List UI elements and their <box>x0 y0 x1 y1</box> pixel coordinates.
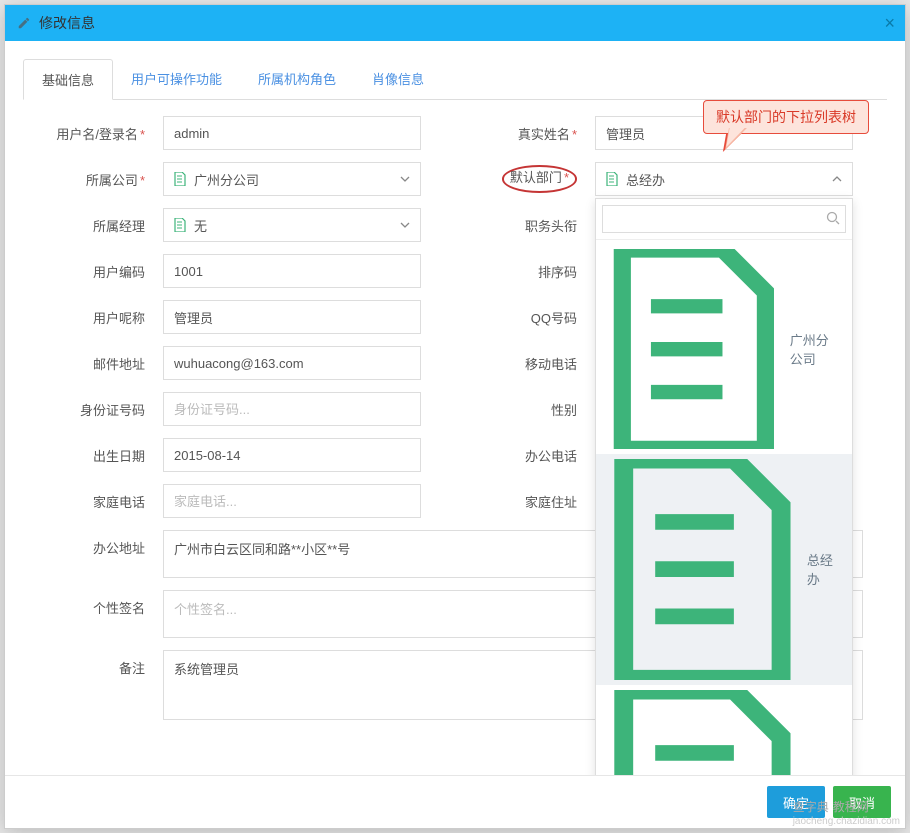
dept-tree-list: 广州分公司总经办财务部工程部产品研发部开发一组开发二组测试组 <box>596 240 852 775</box>
search-icon <box>826 211 840 225</box>
chevron-down-icon <box>400 222 410 228</box>
chevron-down-icon <box>400 176 410 182</box>
dept-item-label: 广州分公司 <box>790 330 840 368</box>
label-qq: QQ号码 <box>455 308 595 327</box>
home-phone-field[interactable] <box>163 484 421 518</box>
tab-portrait[interactable]: 肖像信息 <box>354 59 442 99</box>
label-idcard: 身份证号码 <box>23 400 163 419</box>
label-office-addr: 办公地址 <box>23 530 163 557</box>
modal-header: 修改信息 × <box>5 5 905 41</box>
label-email: 邮件地址 <box>23 354 163 373</box>
tab-basic-info[interactable]: 基础信息 <box>23 59 113 100</box>
label-birthdate: 出生日期 <box>23 446 163 465</box>
label-sortcode: 排序码 <box>455 262 595 281</box>
document-icon <box>608 459 797 679</box>
document-icon <box>608 249 780 449</box>
idcard-field[interactable] <box>163 392 421 426</box>
document-icon <box>174 218 186 232</box>
nickname-field[interactable] <box>163 300 421 334</box>
edit-info-modal: 修改信息 × 基础信息 用户可操作功能 所属机构角色 肖像信息 默认部门的下拉列… <box>4 4 906 829</box>
watermark: 查字典教程网 jaocheng.chazidian.com <box>793 798 900 827</box>
manager-value: 无 <box>194 216 207 235</box>
label-home-addr: 家庭住址 <box>455 492 595 511</box>
label-remark: 备注 <box>23 650 163 677</box>
username-field[interactable] <box>163 116 421 150</box>
tab-user-functions[interactable]: 用户可操作功能 <box>113 59 240 99</box>
label-title: 职务头衔 <box>455 216 595 235</box>
label-username: 用户名/登录名* <box>23 124 163 143</box>
label-home-phone: 家庭电话 <box>23 492 163 511</box>
document-icon <box>606 172 618 186</box>
dept-search-wrap <box>596 199 852 240</box>
usercode-field[interactable] <box>163 254 421 288</box>
label-office-phone: 办公电话 <box>455 446 595 465</box>
chevron-up-icon <box>832 176 842 182</box>
close-icon[interactable]: × <box>884 13 895 34</box>
label-signature: 个性签名 <box>23 590 163 617</box>
dept-search-input[interactable] <box>602 205 846 233</box>
edit-icon <box>17 16 31 30</box>
annotation-callout: 默认部门的下拉列表树 <box>703 100 869 134</box>
label-nickname: 用户呢称 <box>23 308 163 327</box>
modal-body: 基础信息 用户可操作功能 所属机构角色 肖像信息 默认部门的下拉列表树 用户名/… <box>5 41 905 775</box>
default-dept-value: 总经办 <box>626 170 832 189</box>
modal-footer: 确定 取消 <box>5 775 905 828</box>
dept-tree-item[interactable]: 财务部 <box>596 685 852 775</box>
tab-bar: 基础信息 用户可操作功能 所属机构角色 肖像信息 <box>23 59 887 100</box>
label-manager: 所属经理 <box>23 216 163 235</box>
document-icon <box>608 690 797 775</box>
company-select[interactable]: 广州分公司 <box>163 162 421 196</box>
label-mobile: 移动电话 <box>455 354 595 373</box>
modal-title: 修改信息 <box>39 13 95 33</box>
dept-tree-item[interactable]: 总经办 <box>596 454 852 684</box>
default-dept-combobox: 总经办 广州分公司总经办财务部工程部产品研发部开发一组开发二组测试组 <box>595 162 853 196</box>
label-gender: 性别 <box>455 400 595 419</box>
document-icon <box>174 172 186 186</box>
dept-item-label: 总经办 <box>807 550 840 588</box>
company-value: 广州分公司 <box>194 170 259 189</box>
form-area: 默认部门的下拉列表树 用户名/登录名* 真实姓名* 所属公司* <box>23 100 887 720</box>
label-default-dept: 默认部门* <box>455 165 595 193</box>
tab-org-roles[interactable]: 所属机构角色 <box>240 59 354 99</box>
default-dept-select[interactable]: 总经办 <box>595 162 853 196</box>
label-realname: 真实姓名* <box>455 124 595 143</box>
label-usercode: 用户编码 <box>23 262 163 281</box>
manager-select[interactable]: 无 <box>163 208 421 242</box>
dept-dropdown-panel: 广州分公司总经办财务部工程部产品研发部开发一组开发二组测试组 <box>595 198 853 775</box>
email-field[interactable] <box>163 346 421 380</box>
birthdate-field[interactable] <box>163 438 421 472</box>
label-company: 所属公司* <box>23 170 163 189</box>
dept-tree-item[interactable]: 广州分公司 <box>596 244 852 454</box>
